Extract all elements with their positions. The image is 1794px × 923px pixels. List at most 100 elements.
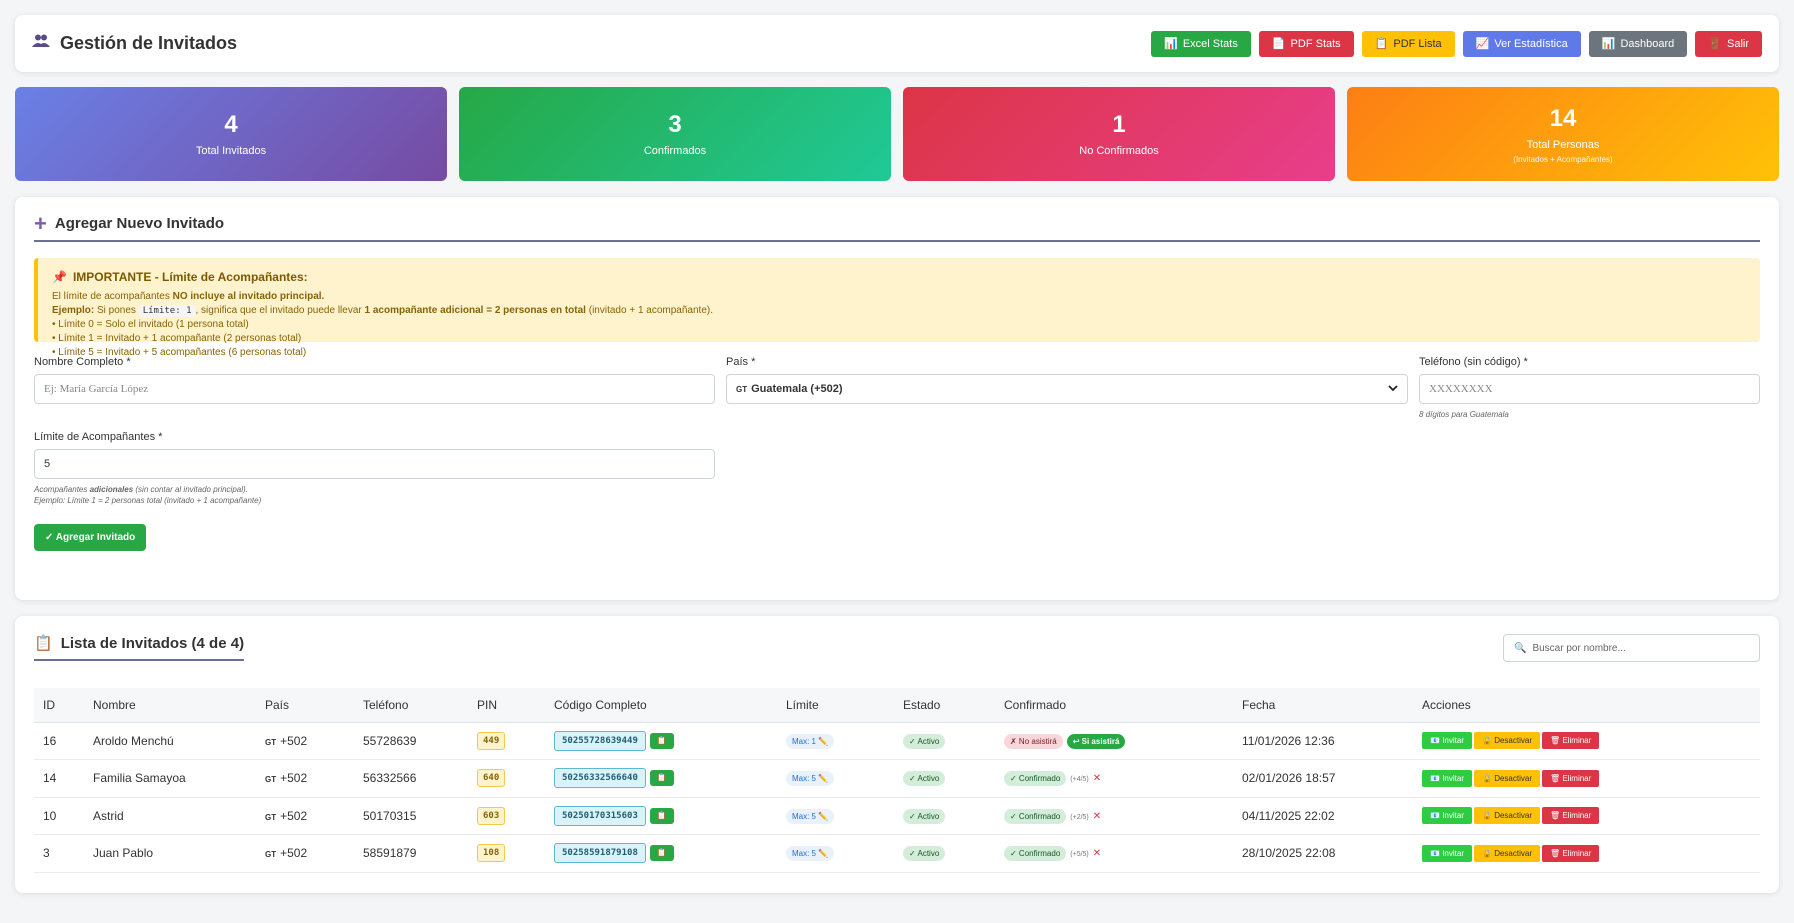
desactivar-button[interactable]: 🔒 Desactivar — [1474, 769, 1540, 787]
page-title: Gestión de Invitados — [32, 33, 237, 54]
limite-hint: Acompañantes adicionales (sin contar al … — [34, 484, 715, 506]
stat-value: 4 — [224, 111, 238, 138]
status-badge: ✓ Activo — [903, 771, 946, 787]
flag-icon: GT — [736, 385, 748, 394]
limite-badge[interactable]: Max: 5 ✏️ — [786, 808, 835, 824]
door-icon: 🚪 — [1708, 38, 1722, 50]
eliminar-label: Eliminar — [1562, 736, 1592, 746]
eliminar-button[interactable]: 🗑 Eliminar — [1542, 844, 1600, 862]
cell-telefono: 50170315 — [354, 797, 468, 835]
notice-bold: 1 acompañante adicional = 2 personas en … — [364, 305, 586, 316]
top-header: Gestión de Invitados 📊 Excel Stats 📄 PDF S… — [15, 15, 1779, 72]
limite-badge[interactable]: Max: 1 ✏️ — [786, 733, 835, 749]
cell-pais: GT +502 — [256, 834, 354, 873]
eliminar-button[interactable]: 🗑 Eliminar — [1542, 807, 1600, 825]
copy-icon[interactable]: 📋 — [649, 807, 674, 824]
pais-select-value: Guatemala (+502) — [751, 383, 843, 395]
col-acciones: Acciones — [1413, 688, 1760, 723]
cell-confirmado: ✓ Confirmado (+2/5) ✕ — [995, 797, 1233, 835]
notice-code: Límite: 1 — [138, 305, 196, 317]
invitar-button[interactable]: 📧 Invitar — [1422, 844, 1472, 862]
trash-icon: 🗑 — [1550, 773, 1561, 783]
limite-badge[interactable]: Max: 5 ✏️ — [786, 846, 835, 862]
limite-input[interactable]: 5 — [34, 449, 715, 479]
desactivar-button[interactable]: 🔒 Desactivar — [1474, 844, 1540, 862]
ver-estadistica-button[interactable]: 📈 Ver Estadística — [1462, 30, 1581, 57]
telefono-label: Teléfono (sin código) * — [1419, 356, 1528, 368]
cell-confirmado: ✓ Confirmado (+5/5) ✕ — [995, 834, 1233, 873]
cell-nombre: Aroldo Menchú — [84, 722, 256, 760]
cell-limite[interactable]: Max: 5 ✏️ — [777, 759, 894, 798]
pencil-icon: ✏️ — [818, 774, 829, 784]
invitar-button[interactable]: 📧 Invitar — [1422, 732, 1472, 750]
ver-estadistica-label: Ver Estadística — [1494, 37, 1568, 50]
agregar-invitado-button[interactable]: ✓ Agregar Invitado — [34, 524, 147, 551]
add-guest-section: + Agregar Nuevo Invitado 📌 IMPORTANTE - L… — [15, 197, 1779, 600]
notice-title: 📌 IMPORTANTE - Límite de Acompañantes: — [52, 270, 1746, 284]
plus-icon: + — [34, 210, 47, 236]
eliminar-button[interactable]: 🗑 Eliminar — [1542, 769, 1600, 787]
col-confirmado: Confirmado — [995, 688, 1233, 723]
col-fecha: Fecha — [1233, 688, 1413, 723]
codigo-badge: 50255728639449 — [554, 730, 646, 751]
table-row: 14 Familia Samayoa GT +502 56332566 640 5… — [34, 759, 1760, 798]
limite-field: Límite de Acompañantes * 5 Acompañantes … — [34, 431, 715, 506]
cell-limite[interactable]: Max: 1 ✏️ — [777, 722, 894, 760]
limite-text: Max: 5 — [792, 774, 817, 784]
copy-icon[interactable]: 📋 — [649, 732, 674, 749]
limite-badge[interactable]: Max: 5 ✏️ — [786, 771, 835, 787]
pais-select[interactable]: GT Guatemala (+502) — [726, 374, 1408, 404]
desactivar-button[interactable]: 🔒 Desactivar — [1474, 807, 1540, 825]
excel-stats-button[interactable]: 📊 Excel Stats — [1151, 30, 1251, 57]
cell-limite[interactable]: Max: 5 ✏️ — [777, 797, 894, 835]
envelope-icon: 📧 — [1430, 848, 1440, 858]
notice-text: Si pones — [94, 305, 139, 316]
eliminar-button[interactable]: 🗑 Eliminar — [1542, 732, 1600, 750]
pin-badge: 640 — [477, 769, 506, 788]
pdf-lista-button[interactable]: 📋 PDF Lista — [1361, 30, 1455, 57]
invitar-label: Invitar — [1442, 736, 1464, 746]
cell-fecha: 04/11/2025 22:02 — [1233, 797, 1413, 835]
close-icon[interactable]: ✕ — [1093, 811, 1101, 822]
envelope-icon: 📧 — [1430, 773, 1440, 783]
pais-code: +502 — [280, 846, 308, 861]
col-nombre: Nombre — [84, 688, 256, 723]
desactivar-button[interactable]: 🔒 Desactivar — [1474, 732, 1540, 750]
close-icon[interactable]: ✕ — [1093, 848, 1101, 859]
invitar-button[interactable]: 📧 Invitar — [1422, 769, 1472, 787]
col-pais: País — [256, 688, 354, 723]
invitar-button[interactable]: 📧 Invitar — [1422, 807, 1472, 825]
limite-label: Límite de Acompañantes * — [34, 431, 163, 443]
cell-pin: 640 — [468, 759, 545, 798]
desactivar-label: Desactivar — [1494, 736, 1532, 746]
invitar-label: Invitar — [1442, 848, 1464, 858]
pencil-icon: ✏️ — [818, 811, 829, 821]
col-codigo: Código Completo — [545, 688, 777, 723]
copy-icon[interactable]: 📋 — [649, 845, 674, 862]
guest-list-section: 📋 Lista de Invitados (4 de 4) 🔍 Buscar p… — [15, 616, 1779, 893]
copy-icon[interactable]: 📋 — [649, 770, 674, 787]
stat-value: 14 — [1549, 104, 1577, 132]
confirmado-badge: ✓ Confirmado — [1004, 771, 1067, 787]
si-asistira-button[interactable]: ↩ Si asistirá — [1066, 733, 1126, 749]
close-icon[interactable]: ✕ — [1093, 773, 1101, 784]
pdf-stats-button[interactable]: 📄 PDF Stats — [1258, 30, 1354, 57]
nombre-input[interactable]: Ej: María García López — [34, 374, 715, 404]
eliminar-label: Eliminar — [1562, 848, 1592, 858]
excel-stats-label: Excel Stats — [1182, 37, 1238, 50]
telefono-input[interactable]: XXXXXXXX — [1419, 374, 1760, 404]
salir-button[interactable]: 🚪 Salir — [1695, 30, 1762, 57]
search-input[interactable]: 🔍 Buscar por nombre... — [1503, 634, 1760, 662]
table-row: 16 Aroldo Menchú GT +502 55728639 449 502… — [34, 722, 1760, 760]
invitar-label: Invitar — [1442, 811, 1464, 821]
cell-fecha: 11/01/2026 12:36 — [1233, 722, 1413, 760]
pais-code: +502 — [280, 771, 308, 786]
col-limite: Límite — [777, 688, 894, 723]
cell-limite[interactable]: Max: 5 ✏️ — [777, 834, 894, 873]
dashboard-button[interactable]: 📊 Dashboard — [1588, 30, 1688, 57]
stat-confirmados: 3 Confirmados — [459, 87, 891, 181]
hint-text: Ejemplo: Límite 1 = 2 personas total (in… — [34, 496, 262, 505]
notice-text: (invitado + 1 acompañante). — [585, 305, 713, 316]
no-asistira-badge: ✗ No asistirá — [1004, 733, 1063, 749]
pais-label: País * — [726, 356, 756, 368]
